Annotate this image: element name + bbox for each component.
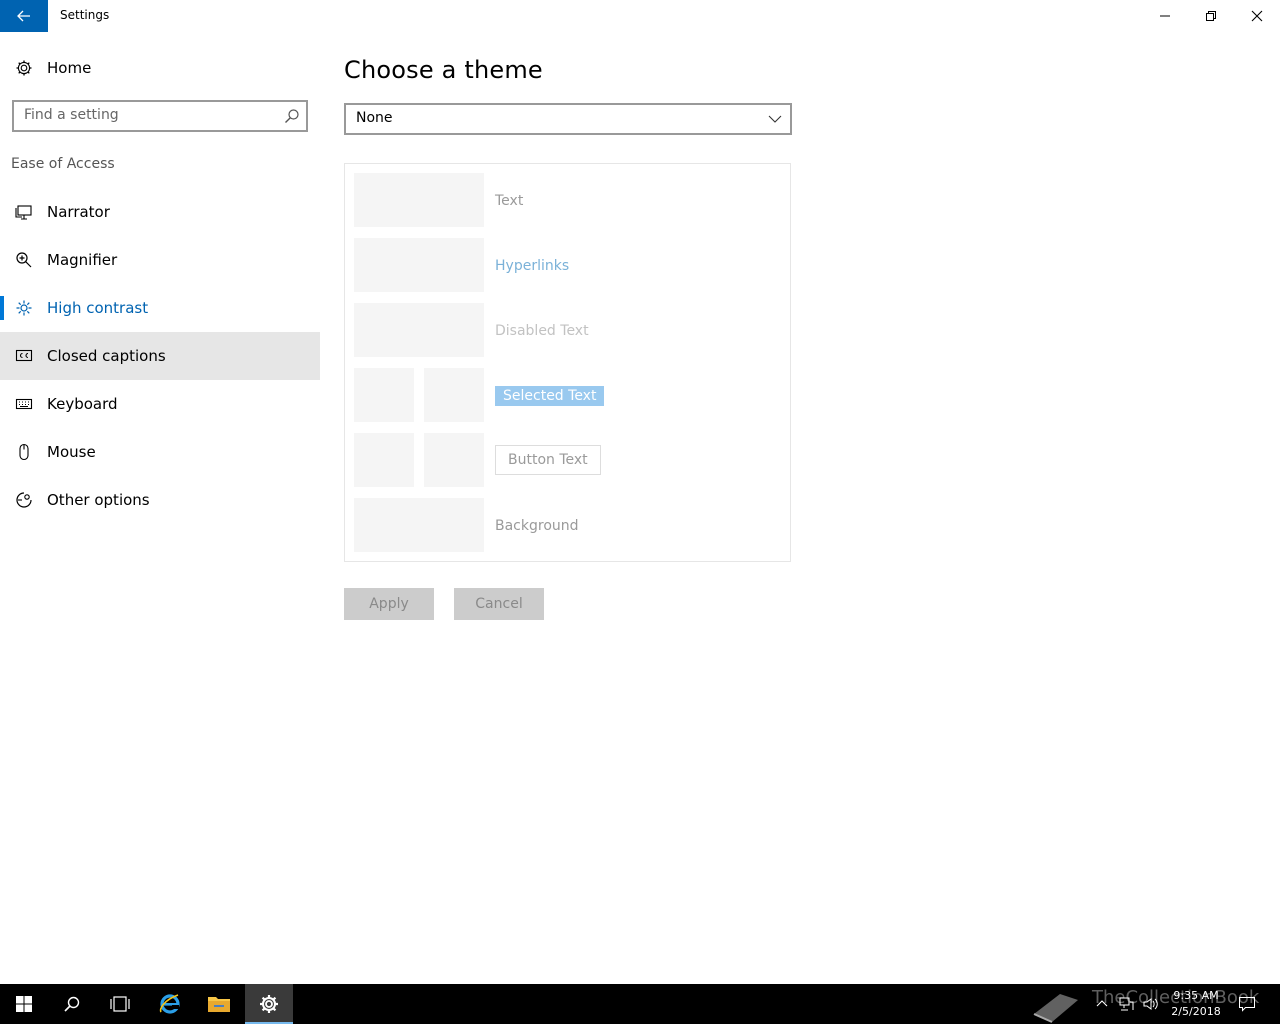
clock-date: 2/5/2018 (1171, 1005, 1221, 1018)
notifications-icon[interactable] (1238, 996, 1256, 1012)
hyperlinks-color-swatch (354, 238, 484, 292)
preview-disabled-text-label: Disabled Text (495, 323, 589, 339)
button-text-bg-swatch (424, 433, 484, 487)
book-watermark-icon (1033, 994, 1078, 1023)
theme-dropdown[interactable]: None (344, 103, 792, 135)
narrator-icon (14, 202, 34, 222)
sidebar-item-label: Mouse (47, 443, 96, 461)
back-button[interactable] (0, 0, 48, 32)
closed-captions-icon (14, 346, 34, 366)
theme-preview: Text Hyperlinks Disabled Text Selected T… (344, 163, 791, 562)
preview-text-label: Text (495, 193, 524, 209)
sidebar-item-label: High contrast (47, 299, 149, 317)
window-title: Settings (60, 8, 110, 22)
button-text-fg-swatch (354, 433, 414, 487)
close-icon (1251, 10, 1263, 22)
search-icon (64, 996, 80, 1012)
background-color-swatch (354, 498, 484, 552)
settings-taskbar-button[interactable] (245, 984, 293, 1024)
start-button[interactable] (0, 984, 48, 1024)
sidebar-item-magnifier[interactable]: Magnifier (0, 236, 320, 284)
sidebar-item-label: Other options (47, 491, 150, 509)
volume-icon[interactable] (1142, 996, 1160, 1012)
task-view-button[interactable] (96, 984, 144, 1024)
task-view-icon (110, 996, 130, 1012)
other-options-icon (14, 490, 34, 510)
nav-home-label: Home (47, 59, 92, 77)
search-icon (285, 109, 299, 123)
chevron-down-icon (768, 115, 782, 123)
sidebar-item-label: Closed captions (47, 347, 166, 365)
sidebar-item-keyboard[interactable]: Keyboard (0, 380, 320, 428)
mouse-icon (14, 442, 34, 462)
windows-logo-icon (16, 996, 32, 1012)
folder-icon (208, 997, 230, 1012)
sidebar-item-narrator[interactable]: Narrator (0, 188, 320, 236)
minimize-icon (1160, 15, 1170, 17)
close-button[interactable] (1234, 0, 1280, 32)
file-explorer-button[interactable] (195, 984, 243, 1024)
high-contrast-icon (14, 298, 34, 318)
sidebar-item-label: Magnifier (47, 251, 118, 269)
sidebar-item-label: Narrator (47, 203, 110, 221)
gear-icon (14, 58, 34, 78)
selected-text-bg-swatch (424, 368, 484, 422)
title-bar: Settings (0, 0, 1280, 32)
search-placeholder: Find a setting (24, 107, 119, 123)
page-title: Choose a theme (344, 56, 543, 84)
selected-text-fg-swatch (354, 368, 414, 422)
network-icon[interactable] (1118, 996, 1134, 1012)
sidebar-item-closed-captions[interactable]: Closed captions (0, 332, 320, 380)
taskbar-clock[interactable]: 9:35 AM 2/5/2018 (1166, 988, 1226, 1020)
taskbar-search-button[interactable] (48, 984, 96, 1024)
text-color-swatch (354, 173, 484, 227)
sidebar-item-label: Keyboard (47, 395, 118, 413)
magnifier-icon (14, 250, 34, 270)
preview-background-label: Background (495, 518, 579, 534)
section-label: Ease of Access (11, 156, 115, 172)
internet-explorer-icon (159, 994, 180, 1014)
theme-dropdown-value: None (356, 110, 393, 126)
chevron-up-icon[interactable] (1096, 998, 1108, 1010)
preview-selected-text-label: Selected Text (495, 386, 605, 406)
back-arrow-icon (17, 10, 30, 22)
preview-hyperlinks-label: Hyperlinks (495, 258, 570, 274)
apply-button[interactable]: Apply (344, 588, 434, 620)
restore-icon (1206, 11, 1216, 21)
restore-button[interactable] (1188, 0, 1234, 32)
disabled-text-color-swatch (354, 303, 484, 357)
preview-button-text-label: Button Text (495, 445, 601, 475)
sidebar-item-other-options[interactable]: Other options (0, 476, 320, 524)
nav-home[interactable]: Home (0, 44, 320, 92)
cancel-button[interactable]: Cancel (454, 588, 544, 620)
keyboard-icon (14, 394, 34, 414)
search-input[interactable]: Find a setting (12, 100, 308, 132)
internet-explorer-button[interactable] (146, 984, 194, 1024)
taskbar: TheCollectionBook 9:35 AM 2/5/2018 (0, 984, 1280, 1024)
selection-indicator (0, 296, 4, 320)
clock-time: 9:35 AM (1173, 989, 1219, 1002)
minimize-button[interactable] (1142, 0, 1188, 32)
sidebar-item-high-contrast[interactable]: High contrast (0, 284, 320, 332)
sidebar-item-mouse[interactable]: Mouse (0, 428, 320, 476)
gear-icon (260, 995, 278, 1013)
